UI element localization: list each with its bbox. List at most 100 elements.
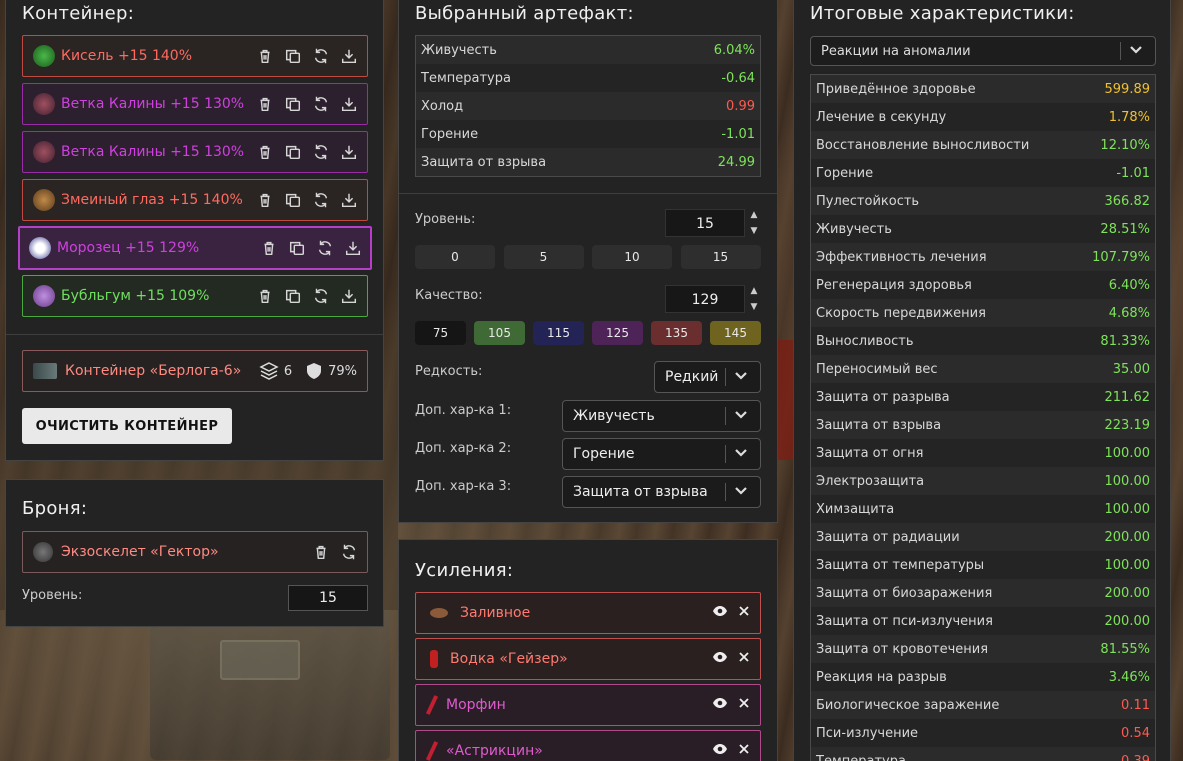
boost-item[interactable]: Заливное: [415, 592, 761, 634]
download-icon[interactable]: [339, 46, 359, 66]
quality-preset-button[interactable]: 115: [533, 321, 584, 345]
stat-value: 200.00: [1104, 529, 1151, 545]
eye-icon[interactable]: [712, 697, 728, 713]
copy-icon[interactable]: [287, 238, 307, 258]
refresh-icon[interactable]: [339, 542, 359, 562]
stat-name: Переносимый вес: [816, 361, 938, 377]
refresh-icon[interactable]: [315, 238, 335, 258]
quality-preset-button[interactable]: 75: [415, 321, 466, 345]
chevron-down-icon: [734, 407, 754, 425]
background-machine: [150, 610, 390, 760]
container-protection: 79%: [328, 363, 357, 379]
copy-icon[interactable]: [283, 190, 303, 210]
copy-icon[interactable]: [283, 46, 303, 66]
extra2-label: Доп. хар-ка 2:: [415, 441, 512, 456]
artifact-item[interactable]: Змеиный глаз +15 140%: [22, 179, 368, 221]
artifact-item[interactable]: Ветка Калины +15 130%: [22, 131, 368, 173]
level-spinner[interactable]: ▲ ▼: [748, 209, 760, 237]
close-icon[interactable]: [738, 605, 750, 621]
close-icon[interactable]: [738, 743, 750, 759]
copy-icon[interactable]: [283, 142, 303, 162]
quality-input[interactable]: 129: [665, 285, 745, 313]
artifact-item[interactable]: Кисель +15 140%: [22, 35, 368, 77]
trash-icon[interactable]: [255, 46, 275, 66]
rarity-value: Редкий: [665, 369, 719, 385]
copy-icon[interactable]: [283, 94, 303, 114]
chevron-up-icon[interactable]: ▲: [751, 209, 758, 221]
artifact-name: Змеиный глаз +15 140%: [61, 192, 243, 208]
quality-label: Качество:: [415, 288, 483, 303]
background-dial: [220, 640, 300, 680]
boost-actions: [712, 697, 750, 713]
extra1-select[interactable]: Живучесть: [562, 400, 761, 432]
kalina-artifact-icon: [33, 93, 55, 115]
container-panel: Контейнер: Кисель +15 140% Ветка Калины +…: [5, 0, 384, 461]
copy-icon[interactable]: [283, 286, 303, 306]
stat-name: Химзащита: [816, 501, 895, 517]
stat-row: Электрозащита 100.00: [811, 467, 1155, 495]
trash-icon[interactable]: [259, 238, 279, 258]
container-item[interactable]: Контейнер «Берлога-6» 6 79%: [22, 350, 368, 392]
download-icon[interactable]: [339, 286, 359, 306]
trash-icon[interactable]: [255, 190, 275, 210]
trash-icon[interactable]: [255, 94, 275, 114]
eye-icon[interactable]: [712, 651, 728, 667]
level-preset-button[interactable]: 5: [503, 245, 584, 269]
level-preset-button[interactable]: 0: [415, 245, 495, 269]
refresh-icon[interactable]: [311, 142, 331, 162]
armor-level-input[interactable]: 15: [288, 585, 368, 611]
level-preset-button[interactable]: 15: [680, 245, 761, 269]
quality-spinner[interactable]: ▲ ▼: [748, 285, 760, 313]
eye-icon[interactable]: [712, 743, 728, 759]
level-preset-button[interactable]: 10: [592, 245, 672, 269]
download-icon[interactable]: [339, 94, 359, 114]
refresh-icon[interactable]: [311, 46, 331, 66]
stat-name: Лечение в секунду: [816, 109, 947, 125]
extra2-select[interactable]: Горение: [562, 438, 761, 470]
trash-icon[interactable]: [255, 142, 275, 162]
close-icon[interactable]: [738, 697, 750, 713]
stat-value: 6.04%: [713, 42, 755, 58]
chevron-down-icon[interactable]: ▼: [751, 301, 758, 313]
close-icon[interactable]: [738, 651, 750, 667]
trash-icon[interactable]: [311, 542, 331, 562]
quality-preset-button[interactable]: 145: [710, 321, 761, 345]
stat-name: Пси-излучение: [816, 725, 919, 741]
artifact-item[interactable]: Бубльгум +15 109%: [22, 275, 368, 317]
chevron-up-icon[interactable]: ▲: [751, 285, 758, 297]
stat-name: Горение: [816, 165, 874, 181]
stat-value: 35.00: [1112, 361, 1150, 377]
eye-icon[interactable]: [712, 605, 728, 621]
artifact-item[interactable]: Морозец +15 129%: [18, 226, 372, 270]
selected-title: Выбранный артефакт:: [415, 3, 634, 24]
clear-container-button[interactable]: ОЧИСТИТЬ КОНТЕЙНЕР: [22, 408, 232, 444]
quality-preset-button[interactable]: 105: [474, 321, 525, 345]
chevron-down-icon: [1129, 42, 1149, 60]
refresh-icon[interactable]: [311, 286, 331, 306]
trash-icon[interactable]: [255, 286, 275, 306]
refresh-icon[interactable]: [311, 190, 331, 210]
stat-name: Биологическое заражение: [816, 697, 1000, 713]
quality-preset-button[interactable]: 135: [651, 321, 702, 345]
extra3-value: Защита от взрыва: [573, 484, 708, 500]
download-icon[interactable]: [339, 190, 359, 210]
totals-filter-select[interactable]: Реакции на аномалии: [810, 36, 1156, 66]
chevron-down-icon[interactable]: ▼: [751, 225, 758, 237]
refresh-icon[interactable]: [311, 94, 331, 114]
quality-preset-button[interactable]: 125: [592, 321, 643, 345]
level-input[interactable]: 15: [665, 209, 745, 237]
container-icon: [33, 363, 57, 379]
stat-name: Живучесть: [421, 42, 497, 58]
boost-item[interactable]: «Астрикцин»: [415, 730, 761, 761]
artifact-tools: [255, 142, 359, 162]
download-icon[interactable]: [343, 238, 363, 258]
artifact-item[interactable]: Ветка Калины +15 130%: [22, 83, 368, 125]
rarity-select[interactable]: Редкий: [654, 361, 761, 393]
boost-item[interactable]: Морфин: [415, 684, 761, 726]
extra3-select[interactable]: Защита от взрыва: [562, 476, 761, 508]
stat-value: 100.00: [1104, 473, 1151, 489]
artifact-tools: [255, 94, 359, 114]
download-icon[interactable]: [339, 142, 359, 162]
boost-item[interactable]: Водка «Гейзер»: [415, 638, 761, 680]
armor-item[interactable]: Экзоскелет «Гектор»: [22, 531, 368, 573]
